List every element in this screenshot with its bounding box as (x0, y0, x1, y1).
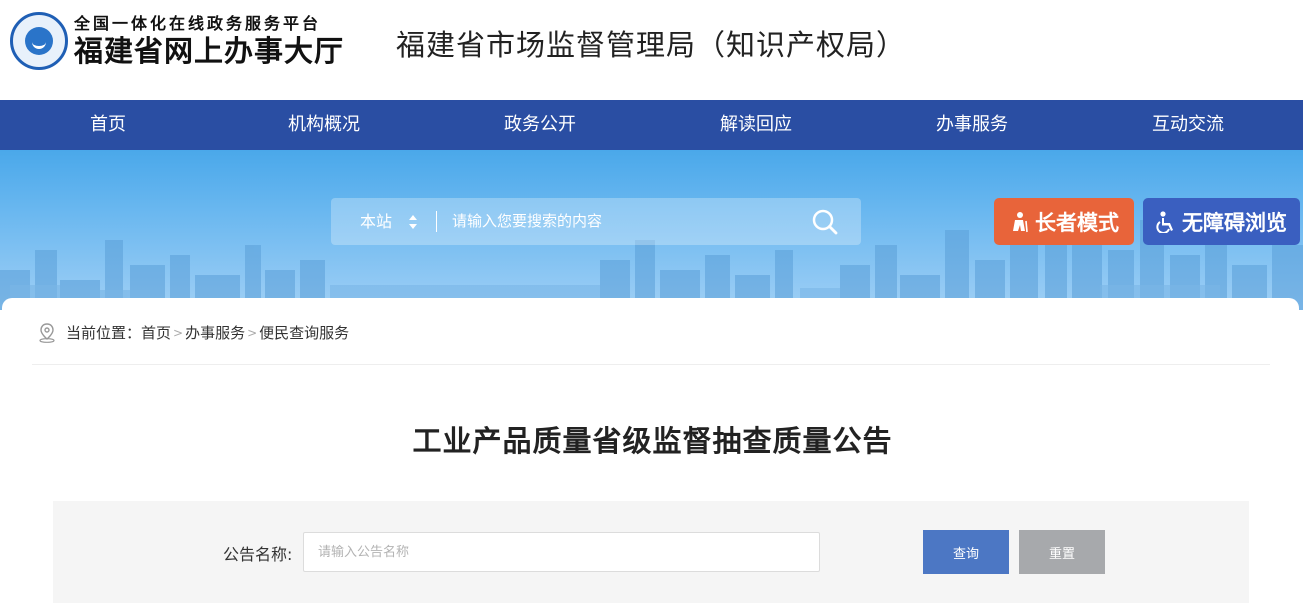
nav-item-interaction[interactable]: 互动交流 (1080, 100, 1296, 150)
breadcrumb-home[interactable]: 首页 (141, 322, 171, 343)
nav-item-government-affairs[interactable]: 政务公开 (432, 100, 648, 150)
elder-mode-label: 长者模式 (1035, 210, 1119, 235)
breadcrumb: 当前位置： 首页 > 办事服务 > 便民查询服务 (38, 322, 349, 343)
accessibility-label: 无障碍浏览 (1182, 210, 1287, 235)
site-header: 全国一体化在线政务服务平台 福建省网上办事大厅 福建省市场监督管理局（知识产权局… (0, 0, 1303, 100)
main-nav: 首页 机构概况 政务公开 解读回应 办事服务 互动交流 (0, 100, 1303, 150)
search-input[interactable]: 请输入您要搜索的内容 (452, 198, 602, 245)
accessibility-button[interactable]: 无障碍浏览 (1143, 198, 1300, 245)
breadcrumb-current[interactable]: 便民查询服务 (259, 322, 349, 343)
site-title: 福建省市场监督管理局（知识产权局） (396, 28, 907, 62)
content-card: 当前位置： 首页 > 办事服务 > 便民查询服务 工业产品质量省级监督抽查质量公… (2, 298, 1299, 612)
search-divider (436, 211, 437, 232)
nav-item-home[interactable]: 首页 (0, 100, 216, 150)
nav-item-interpretation[interactable]: 解读回应 (648, 100, 864, 150)
logo-title: 福建省网上办事大厅 (74, 34, 345, 68)
logo-subtitle: 全国一体化在线政务服务平台 (74, 14, 322, 33)
breadcrumb-divider (32, 364, 1270, 365)
announcement-name-label: 公告名称: (223, 545, 293, 564)
site-logo[interactable]: 全国一体化在线政务服务平台 福建省网上办事大厅 (10, 12, 344, 70)
page-title: 工业产品质量省级监督抽查质量公告 (412, 424, 893, 458)
nav-item-organization[interactable]: 机构概况 (216, 100, 432, 150)
elder-mode-button[interactable]: 长者模式 (994, 198, 1134, 245)
reset-button[interactable]: 重置 (1019, 530, 1105, 574)
announcement-name-input[interactable] (303, 532, 820, 572)
sort-arrows-icon[interactable] (408, 213, 418, 231)
breadcrumb-separator: > (173, 325, 184, 340)
query-button[interactable]: 查询 (923, 530, 1009, 574)
filter-panel: 公告名称: 查询 重置 (53, 501, 1249, 603)
wheelchair-icon (1156, 210, 1176, 233)
location-pin-icon (39, 322, 55, 343)
search-icon[interactable] (811, 208, 839, 236)
site-search-bar: 本站 请输入您要搜索的内容 (331, 198, 861, 245)
breadcrumb-services[interactable]: 办事服务 (185, 322, 245, 343)
breadcrumb-prefix: 当前位置： (66, 324, 142, 342)
breadcrumb-separator: > (247, 325, 258, 340)
logo-text: 全国一体化在线政务服务平台 福建省网上办事大厅 (74, 14, 344, 68)
elder-person-icon (1009, 211, 1029, 233)
logo-emblem-icon (10, 12, 68, 70)
search-scope-select[interactable]: 本站 (360, 198, 392, 245)
nav-item-services[interactable]: 办事服务 (864, 100, 1080, 150)
